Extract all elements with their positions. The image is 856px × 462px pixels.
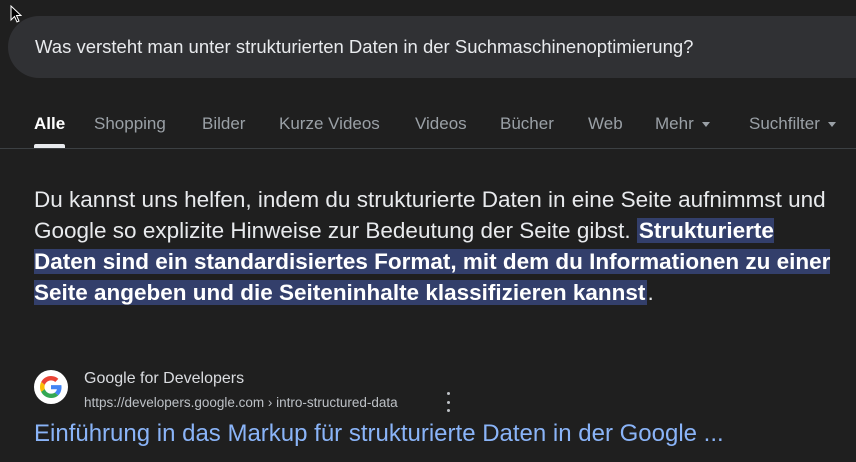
tab-videos[interactable]: Videos bbox=[415, 114, 467, 134]
search-tabs: Alle Shopping Bilder Kurze Videos Videos… bbox=[0, 100, 856, 148]
tab-bilder[interactable]: Bilder bbox=[202, 114, 245, 134]
google-logo-icon bbox=[34, 370, 68, 404]
tab-kurze-videos[interactable]: Kurze Videos bbox=[279, 114, 380, 134]
result-title-link[interactable]: Einführung in das Markup für strukturier… bbox=[34, 420, 724, 448]
snippet-text-end: . bbox=[647, 280, 654, 305]
site-name[interactable]: Google for Developers bbox=[84, 370, 244, 388]
caret-down-icon bbox=[827, 122, 836, 128]
featured-snippet: Du kannst uns helfen, indem du strukturi… bbox=[34, 184, 834, 308]
caret-down-icon bbox=[701, 122, 710, 128]
site-url[interactable]: https://developers.google.com › intro-st… bbox=[84, 395, 398, 410]
mouse-cursor-icon bbox=[10, 5, 22, 23]
search-results-page: Was versteht man unter strukturierten Da… bbox=[0, 0, 856, 462]
tab-shopping[interactable]: Shopping bbox=[94, 114, 166, 134]
tabs-divider bbox=[0, 148, 856, 149]
more-options-icon[interactable] bbox=[444, 392, 452, 412]
tab-buecher[interactable]: Bücher bbox=[500, 114, 554, 134]
tab-suchfilter-label: Suchfilter bbox=[749, 114, 820, 133]
tab-web[interactable]: Web bbox=[588, 114, 623, 134]
tab-alle[interactable]: Alle bbox=[34, 114, 65, 134]
search-query-text[interactable]: Was versteht man unter strukturierten Da… bbox=[35, 36, 693, 58]
tab-mehr-label: Mehr bbox=[655, 114, 694, 133]
search-box[interactable]: Was versteht man unter strukturierten Da… bbox=[8, 16, 856, 78]
tab-suchfilter[interactable]: Suchfilter bbox=[749, 114, 836, 134]
tab-mehr[interactable]: Mehr bbox=[655, 114, 710, 134]
